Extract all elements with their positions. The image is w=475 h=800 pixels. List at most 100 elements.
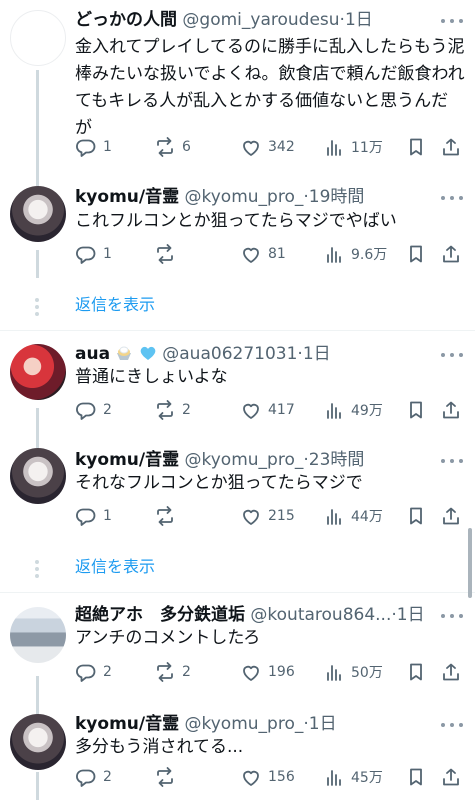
tweet[interactable]: 超絶アホ 多分鉄道垢 @koutarou864...·1日 アンチのコメントした… xyxy=(0,603,475,693)
show-replies-link[interactable]: 返信を表示 xyxy=(75,555,155,579)
more-icon[interactable] xyxy=(441,350,463,360)
avatar[interactable] xyxy=(10,607,66,663)
views-icon xyxy=(327,770,341,786)
thread-dots xyxy=(35,560,39,581)
bookmark-button[interactable] xyxy=(405,133,427,161)
bookmark-button[interactable] xyxy=(405,502,427,530)
display-name[interactable]: aua xyxy=(75,344,110,364)
views-button[interactable]: 44万 xyxy=(323,502,383,530)
retweet-button[interactable]: 2 xyxy=(154,396,191,424)
bookmark-icon xyxy=(410,245,422,263)
more-icon[interactable] xyxy=(441,193,463,203)
reply-button[interactable]: 1 xyxy=(75,133,112,161)
display-name[interactable]: 超絶アホ 多分鉄道垢 xyxy=(75,605,245,625)
retweets-count: 2 xyxy=(182,664,191,680)
reply-button[interactable]: 1 xyxy=(75,502,112,530)
tweet[interactable]: kyomu/音霊 @kyomu_pro_·1日 多分もう消されてる... 2 15… xyxy=(0,714,475,800)
likes-count: 417 xyxy=(268,402,295,418)
share-icon xyxy=(443,245,459,263)
tweet[interactable]: aua @aua06271031·1日 普通にきしょいよな 2 2 417 49万 xyxy=(0,340,475,430)
views-button[interactable]: 45万 xyxy=(323,763,383,791)
reply-button[interactable]: 2 xyxy=(75,396,112,424)
avatar[interactable] xyxy=(10,10,66,66)
timestamp[interactable]: 1日 xyxy=(309,714,337,734)
like-icon xyxy=(243,247,259,263)
timestamp[interactable]: 1日 xyxy=(345,10,373,30)
show-replies-link[interactable]: 返信を表示 xyxy=(75,293,155,317)
avatar[interactable] xyxy=(10,714,66,770)
action-bar: 2 156 45万 xyxy=(75,763,465,791)
retweet-button[interactable] xyxy=(154,502,182,530)
like-button[interactable]: 156 xyxy=(240,763,295,791)
share-button[interactable] xyxy=(440,658,462,686)
like-icon xyxy=(243,140,259,156)
like-button[interactable]: 81 xyxy=(240,240,286,268)
bookmark-button[interactable] xyxy=(405,396,427,424)
bookmark-button[interactable] xyxy=(405,658,427,686)
share-button[interactable] xyxy=(440,240,462,268)
share-icon xyxy=(443,663,459,681)
divider xyxy=(0,592,475,593)
user-handle[interactable]: @kyomu_pro_ xyxy=(185,450,304,470)
views-count: 45万 xyxy=(351,770,383,786)
user-handle[interactable]: @gomi_yaroudesu xyxy=(182,10,339,30)
action-bar: 1 215 44万 xyxy=(75,502,465,530)
replies-count: 1 xyxy=(103,246,112,262)
display-name[interactable]: kyomu/音霊 xyxy=(75,714,179,734)
views-button[interactable]: 9.6万 xyxy=(323,240,387,268)
avatar[interactable] xyxy=(10,186,66,242)
display-name[interactable]: どっかの人間 xyxy=(75,10,177,30)
reply-button[interactable]: 2 xyxy=(75,763,112,791)
user-handle[interactable]: @koutarou864... xyxy=(250,605,391,625)
avatar[interactable] xyxy=(10,448,66,504)
reply-button[interactable]: 2 xyxy=(75,658,112,686)
tweet-text: それなフルコンとか狙ってたらマジで xyxy=(75,473,363,493)
more-icon[interactable] xyxy=(441,456,463,466)
scrollbar[interactable] xyxy=(468,528,472,598)
views-icon xyxy=(327,403,341,419)
more-icon[interactable] xyxy=(441,611,463,621)
share-button[interactable] xyxy=(440,502,462,530)
bookmark-button[interactable] xyxy=(405,240,427,268)
like-button[interactable]: 342 xyxy=(240,133,295,161)
display-name[interactable]: kyomu/音霊 xyxy=(75,187,179,207)
views-button[interactable]: 11万 xyxy=(323,133,383,161)
tweet-text: 普通にきしょいよな xyxy=(75,367,228,387)
user-handle[interactable]: @aua06271031 xyxy=(162,344,297,364)
avatar[interactable] xyxy=(10,344,66,400)
user-handle[interactable]: @kyomu_pro_ xyxy=(185,714,304,734)
views-button[interactable]: 49万 xyxy=(323,396,383,424)
tweet[interactable]: kyomu/音霊 @kyomu_pro_·19時間 これフルコンとか狙ってたらマ… xyxy=(0,186,475,286)
timestamp[interactable]: 19時間 xyxy=(309,187,365,207)
bookmark-icon xyxy=(410,507,422,525)
tweet[interactable]: kyomu/音霊 @kyomu_pro_·23時間 それなフルコンとか狙ってたら… xyxy=(0,448,475,538)
timestamp[interactable]: 23時間 xyxy=(309,450,365,470)
share-button[interactable] xyxy=(440,396,462,424)
like-button[interactable]: 417 xyxy=(240,396,295,424)
views-button[interactable]: 50万 xyxy=(323,658,383,686)
retweet-icon xyxy=(157,400,173,420)
like-button[interactable]: 196 xyxy=(240,658,295,686)
retweet-button[interactable]: 2 xyxy=(154,658,191,686)
more-icon[interactable] xyxy=(441,720,463,730)
bookmark-icon xyxy=(410,138,422,156)
like-icon xyxy=(243,509,259,525)
views-count: 9.6万 xyxy=(351,247,388,263)
likes-count: 196 xyxy=(268,664,295,680)
timestamp[interactable]: 1日 xyxy=(303,344,331,364)
replies-count: 1 xyxy=(103,508,112,524)
share-button[interactable] xyxy=(440,763,462,791)
share-button[interactable] xyxy=(440,133,462,161)
display-name[interactable]: kyomu/音霊 xyxy=(75,450,179,470)
more-icon[interactable] xyxy=(441,16,463,26)
likes-count: 215 xyxy=(268,508,295,524)
like-button[interactable]: 215 xyxy=(240,502,295,530)
tweet[interactable]: どっかの人間 @gomi_yaroudesu·1日 金入れてプレイしてるのに勝手… xyxy=(0,0,475,185)
bookmark-button[interactable] xyxy=(405,763,427,791)
retweet-button[interactable] xyxy=(154,240,182,268)
retweet-button[interactable]: 6 xyxy=(154,133,191,161)
user-handle[interactable]: @kyomu_pro_ xyxy=(185,187,304,207)
reply-button[interactable]: 1 xyxy=(75,240,112,268)
retweet-button[interactable] xyxy=(154,763,182,791)
timestamp[interactable]: 1日 xyxy=(397,605,425,625)
